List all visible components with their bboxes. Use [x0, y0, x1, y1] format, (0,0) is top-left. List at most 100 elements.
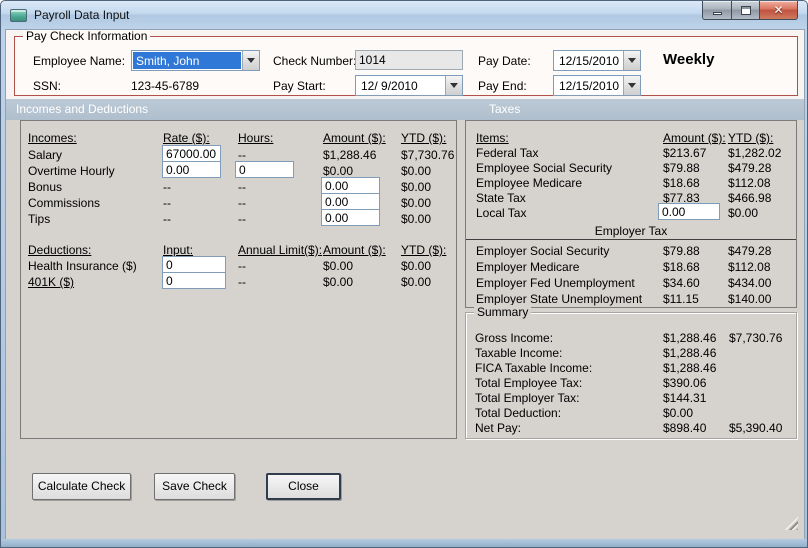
chevron-down-icon — [247, 58, 255, 63]
summary-row-fica: FICA Taxable Income: $1,288.46 — [466, 361, 796, 376]
tips-hours: -- — [238, 212, 246, 226]
bonus-ytd: $0.00 — [401, 180, 432, 194]
close-window-button[interactable]: ✕ — [759, 1, 798, 20]
tax-amount: $79.88 — [663, 244, 700, 258]
tax-ytd: $0.00 — [728, 206, 759, 220]
paycheck-info-group: Pay Check Information Employee Name: Smi… — [14, 30, 798, 96]
pay-date-picker[interactable]: 12/15/2010 — [553, 50, 641, 71]
check-number-label: Check Number: — [273, 54, 357, 68]
summary-row-employee-tax: Total Employee Tax: $390.06 — [466, 376, 796, 391]
tips-ytd: $0.00 — [401, 212, 432, 226]
income-row-bonus: Bonus -- -- $0.00 — [21, 177, 456, 195]
pay-date-label: Pay Date: — [478, 54, 531, 68]
pay-end-dropdown-icon[interactable] — [623, 76, 640, 95]
summary-amount: $898.40 — [663, 421, 707, 435]
retirement-401k-input[interactable] — [162, 272, 226, 289]
summary-label: Net Pay: — [475, 421, 522, 435]
income-label: Overtime Hourly — [28, 164, 115, 178]
income-label: Commissions — [28, 196, 101, 210]
deduction-label: Health Insurance ($) — [28, 259, 137, 273]
deduction-row-401k: 401K ($) -- $0.00 $0.00 — [21, 272, 456, 290]
summary-amount: $390.06 — [663, 376, 707, 390]
pay-start-picker[interactable]: 12/ 9/2010 — [355, 75, 463, 96]
close-button[interactable]: Close — [266, 473, 341, 500]
summary-row-taxable: Taxable Income: $1,288.46 — [466, 346, 796, 361]
calculate-check-button[interactable]: Calculate Check — [32, 473, 131, 500]
tax-ytd: $112.08 — [728, 176, 771, 190]
employee-name-combobox[interactable]: Smith, John — [131, 50, 260, 71]
tax-label: Employer Social Security — [476, 244, 610, 258]
bonus-amount-input[interactable] — [321, 177, 380, 194]
title-bar[interactable]: Payroll Data Input ✕ — [1, 1, 807, 29]
tax-label: Employee Medicare — [476, 176, 583, 190]
input-header: Input: — [163, 243, 194, 257]
tax-ytd: $434.00 — [728, 276, 772, 290]
ssn-value: 123-45-6789 — [131, 79, 200, 93]
local-tax-input[interactable] — [658, 203, 720, 220]
incomes-deductions-section-label: Incomes and Deductions — [16, 102, 149, 116]
overtime-hours-input[interactable] — [235, 161, 294, 178]
pay-date-dropdown-icon[interactable] — [623, 51, 640, 70]
rate-header: Rate ($): — [163, 131, 210, 145]
check-number-input[interactable] — [355, 50, 463, 70]
income-label: Bonus — [28, 180, 63, 194]
minimize-icon — [712, 11, 722, 15]
income-row-commissions: Commissions -- -- $0.00 — [21, 193, 456, 211]
overtime-rate-input[interactable] — [162, 161, 221, 178]
ssn-label: SSN: — [33, 79, 62, 93]
employee-name-dropdown-icon[interactable] — [242, 51, 259, 70]
chevron-down-icon — [450, 83, 458, 88]
tax-ytd: $1,282.02 — [728, 146, 782, 160]
summary-row-gross: Gross Income: $1,288.46 $7,730.76 — [466, 331, 796, 346]
pay-start-dropdown-icon[interactable] — [445, 76, 462, 95]
salary-amount: $1,288.46 — [323, 148, 377, 162]
salary-rate-input[interactable] — [162, 145, 221, 162]
minimize-button[interactable] — [702, 1, 731, 20]
tax-label: Local Tax — [476, 206, 527, 220]
save-check-button[interactable]: Save Check — [154, 473, 235, 500]
tax-row-employer-ss: Employer Social Security $79.88 $479.28 — [466, 244, 796, 259]
tax-label: Employer State Unemployment — [476, 292, 643, 306]
bonus-hours: -- — [238, 180, 246, 194]
tax-row-employer-medicare: Employer Medicare $18.68 $112.08 — [466, 260, 796, 275]
summary-label: FICA Taxable Income: — [475, 361, 593, 375]
maximize-button[interactable] — [731, 1, 759, 20]
summary-label: Total Deduction: — [475, 406, 562, 420]
commissions-amount-input[interactable] — [321, 193, 380, 210]
pay-date-value: 12/15/2010 — [559, 54, 620, 68]
pay-frequency-label: Weekly — [663, 51, 715, 68]
tax-row-emp-medicare: Employee Medicare $18.68 $112.08 — [466, 176, 796, 191]
incomes-header: Incomes: — [28, 131, 77, 145]
incomes-deductions-panel: Incomes: Rate ($): Hours: Amount ($): YT… — [20, 120, 457, 439]
overtime-ytd: $0.00 — [401, 164, 432, 178]
overtime-amount: $0.00 — [323, 164, 354, 178]
commissions-rate: -- — [163, 196, 171, 210]
pay-end-picker[interactable]: 12/15/2010 — [553, 75, 641, 96]
tax-row-federal: Federal Tax $213.67 $1,282.02 — [466, 146, 796, 161]
taxes-header-row: Items: Amount ($): YTD ($): — [466, 131, 796, 146]
salary-ytd: $7,730.76 — [401, 148, 455, 162]
paycheck-group-label: Pay Check Information — [23, 30, 151, 43]
summary-label: Gross Income: — [475, 331, 554, 345]
tax-label: Employer Medicare — [476, 260, 580, 274]
summary-amount: $1,288.46 — [663, 361, 717, 375]
tips-amount-input[interactable] — [321, 209, 380, 226]
health-insurance-input[interactable] — [162, 256, 226, 273]
form-client-area: Pay Check Information Employee Name: Smi… — [5, 29, 805, 541]
tax-ytd: $140.00 — [728, 292, 772, 306]
tax-label: Federal Tax — [476, 146, 539, 160]
taxes-section-label: Taxes — [489, 102, 521, 116]
k401-ytd: $0.00 — [401, 275, 432, 289]
amount-header: Amount ($): — [663, 131, 726, 145]
health-ytd: $0.00 — [401, 259, 432, 273]
window-controls: ✕ — [702, 1, 798, 20]
pay-start-value: 12/ 9/2010 — [361, 79, 418, 93]
summary-amount: $144.31 — [663, 391, 707, 405]
tax-amount: $11.15 — [663, 292, 699, 306]
incomes-header-row: Incomes: Rate ($): Hours: Amount ($): YT… — [21, 131, 456, 146]
employer-tax-header: Employer Tax — [466, 224, 796, 240]
resize-grip[interactable] — [785, 517, 798, 530]
items-header: Items: — [476, 131, 509, 145]
tax-ytd: $479.28 — [728, 161, 772, 175]
deduction-row-health: Health Insurance ($) -- $0.00 $0.00 — [21, 256, 456, 274]
